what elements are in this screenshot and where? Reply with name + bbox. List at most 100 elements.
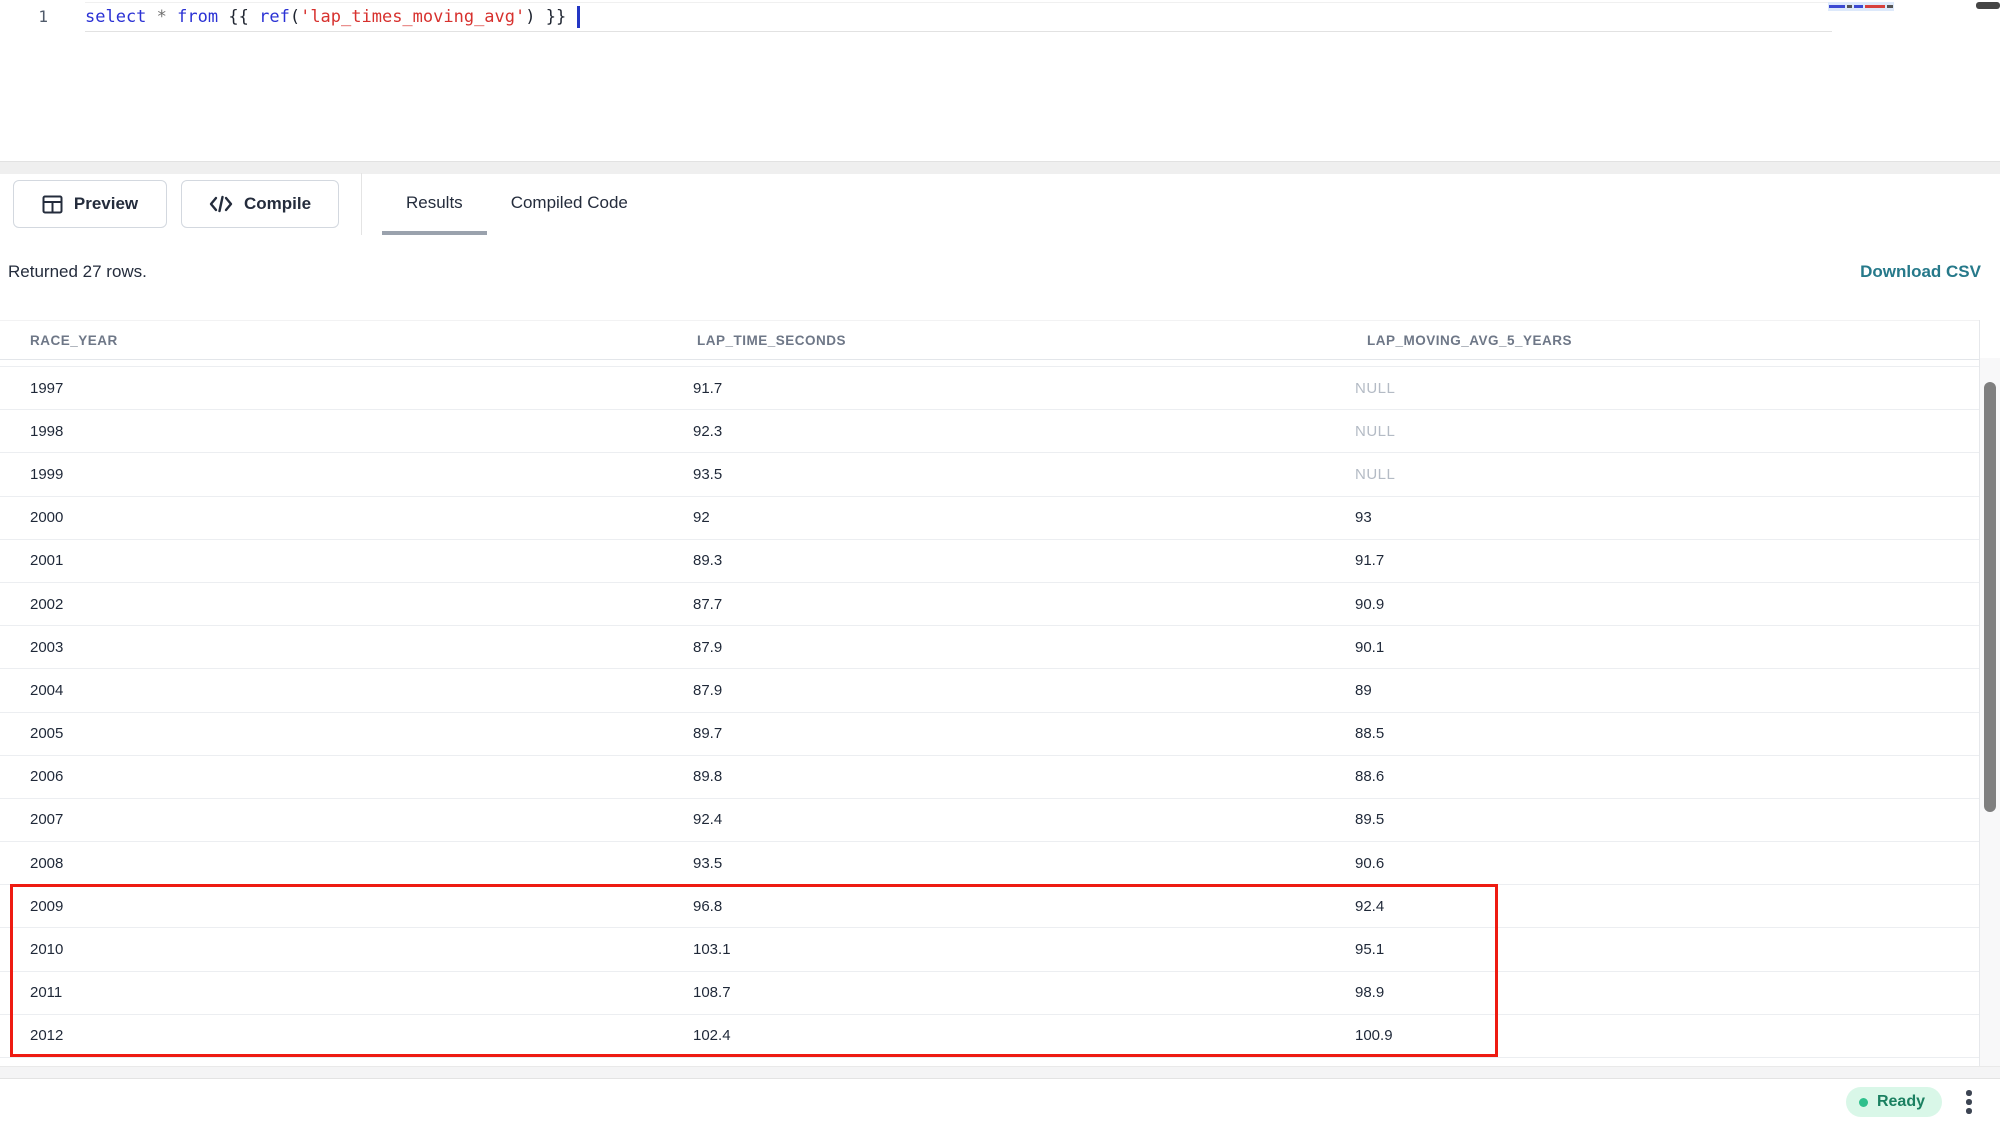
table-cell: 1999 xyxy=(0,466,663,483)
table-cell: 87.9 xyxy=(663,639,1325,656)
column-header: LAP_MOVING_AVG_5_YEARS xyxy=(1325,333,1979,348)
code-token xyxy=(249,7,259,27)
code-token xyxy=(536,7,546,27)
download-csv-link[interactable]: Download CSV xyxy=(1860,262,1981,282)
table-cell: 93.5 xyxy=(663,855,1325,872)
table-cell: NULL xyxy=(1325,466,1979,483)
table-cell: 2010 xyxy=(0,941,663,958)
table-cell: 89.3 xyxy=(663,552,1325,569)
table-cell: 2005 xyxy=(0,725,663,742)
code-token: * xyxy=(157,7,167,27)
table-cell: 2012 xyxy=(0,1027,663,1044)
table-row: 199993.5NULL xyxy=(0,453,1979,496)
table-cell: 90.1 xyxy=(1325,639,1979,656)
table-row: 199791.7NULL xyxy=(0,367,1979,410)
toolbar: Preview Compile ResultsCompiled Code xyxy=(0,174,2000,236)
table-cell: 103.1 xyxy=(663,941,1325,958)
table-cell: 87.9 xyxy=(663,682,1325,699)
table-cell: 2007 xyxy=(0,811,663,828)
preview-button-label: Preview xyxy=(74,194,138,214)
table-row: 200996.892.4 xyxy=(0,885,1979,928)
code-token: ref xyxy=(259,7,290,27)
table-row: 200487.989 xyxy=(0,669,1979,712)
table-row: 200287.790.9 xyxy=(0,583,1979,626)
table-cell: 2000 xyxy=(0,509,663,526)
table-cell: 92.3 xyxy=(663,423,1325,440)
tab-results[interactable]: Results xyxy=(382,174,487,235)
table-cell: 89.5 xyxy=(1325,811,1979,828)
table-cell: 2002 xyxy=(0,596,663,613)
status-bar: Ready xyxy=(0,1078,2000,1124)
editor-minimap-icon[interactable] xyxy=(1828,2,1894,11)
table-body: 199791.7NULL199892.3NULL199993.5NULL2000… xyxy=(0,366,1979,1058)
table-cell: 98.9 xyxy=(1325,984,1979,1001)
table-cell: 89 xyxy=(1325,682,1979,699)
table-cell: 93.5 xyxy=(663,466,1325,483)
bottom-strip xyxy=(0,1066,2000,1078)
table-header: RACE_YEARLAP_TIME_SECONDSLAP_MOVING_AVG_… xyxy=(0,320,1979,360)
tab-compiled-code[interactable]: Compiled Code xyxy=(487,174,652,235)
code-token xyxy=(167,7,177,27)
table-cell: 1997 xyxy=(0,380,663,397)
code-token: }} xyxy=(546,7,566,27)
vertical-scrollbar-thumb[interactable] xyxy=(1984,382,1996,812)
table-row: 200387.990.1 xyxy=(0,626,1979,669)
table-cell: 92.4 xyxy=(1325,898,1979,915)
results-summary-bar: Returned 27 rows. Download CSV xyxy=(0,235,2000,320)
table-cell: 91.7 xyxy=(663,380,1325,397)
table-cell: 2009 xyxy=(0,898,663,915)
table-cell: 2008 xyxy=(0,855,663,872)
column-header: LAP_TIME_SECONDS xyxy=(663,333,1325,348)
table-cell: 93 xyxy=(1325,509,1979,526)
table-row: 200689.888.6 xyxy=(0,756,1979,799)
code-token: ) xyxy=(525,7,535,27)
table-cell: NULL xyxy=(1325,380,1979,397)
table-cell: 2003 xyxy=(0,639,663,656)
status-dot-icon xyxy=(1859,1098,1868,1107)
code-token xyxy=(566,7,576,27)
line-number-gutter: 1 xyxy=(0,2,48,31)
editor-horizontal-scroll-band xyxy=(0,161,2000,175)
table-row: 200589.788.5 xyxy=(0,713,1979,756)
text-cursor xyxy=(577,6,580,28)
rows-returned-text: Returned 27 rows. xyxy=(8,262,147,282)
table-cell: 108.7 xyxy=(663,984,1325,1001)
results-tabs: ResultsCompiled Code xyxy=(382,174,652,235)
code-token: ( xyxy=(290,7,300,27)
table-cell: 2004 xyxy=(0,682,663,699)
preview-button[interactable]: Preview xyxy=(13,180,167,228)
code-token: from xyxy=(177,7,218,27)
table-cell: 92.4 xyxy=(663,811,1325,828)
table-cell: 89.7 xyxy=(663,725,1325,742)
code-editor[interactable]: 1 select * from {{ ref('lap_times_moving… xyxy=(0,0,2000,161)
column-header: RACE_YEAR xyxy=(0,333,663,348)
table-cell: 91.7 xyxy=(1325,552,1979,569)
table-cell: NULL xyxy=(1325,423,1979,440)
table-cell: 2006 xyxy=(0,768,663,785)
table-row: 2012102.4100.9 xyxy=(0,1015,1979,1058)
compile-button-label: Compile xyxy=(244,194,311,214)
table-cell: 87.7 xyxy=(663,596,1325,613)
table-cell: 100.9 xyxy=(1325,1027,1979,1044)
table-cell: 88.6 xyxy=(1325,768,1979,785)
table-row: 200189.391.7 xyxy=(0,540,1979,583)
code-token xyxy=(146,7,156,27)
table-cell: 90.9 xyxy=(1325,596,1979,613)
code-token: 'lap_times_moving_avg' xyxy=(300,7,525,27)
compile-button[interactable]: Compile xyxy=(181,180,339,228)
table-cell: 102.4 xyxy=(663,1027,1325,1044)
table-cell: 89.8 xyxy=(663,768,1325,785)
table-cell: 90.6 xyxy=(1325,855,1979,872)
kebab-menu-icon[interactable] xyxy=(1960,1086,1978,1118)
table-cell: 2001 xyxy=(0,552,663,569)
code-line[interactable]: select * from {{ ref('lap_times_moving_a… xyxy=(85,2,1832,32)
table-row: 199892.3NULL xyxy=(0,410,1979,453)
code-icon xyxy=(209,195,233,213)
editor-top-scrollbar[interactable] xyxy=(1976,2,2000,9)
table-cell: 88.5 xyxy=(1325,725,1979,742)
ready-status-label: Ready xyxy=(1877,1093,1925,1111)
table-cell: 2011 xyxy=(0,984,663,1001)
table-cell: 92 xyxy=(663,509,1325,526)
table-row: 2010103.195.1 xyxy=(0,928,1979,971)
table-row: 200893.590.6 xyxy=(0,842,1979,885)
